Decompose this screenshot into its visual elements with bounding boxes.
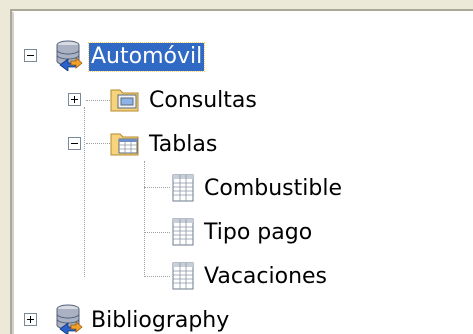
queries-folder-icon: [110, 89, 139, 112]
tree-node-label[interactable]: Consultas: [147, 87, 259, 115]
database-icon: [56, 40, 83, 71]
table-icon: [172, 262, 194, 290]
tree-node-label[interactable]: Vacaciones: [202, 263, 329, 291]
tree-node-tipo-pago[interactable]: Tipo pago: [14, 215, 374, 249]
tree-node-label[interactable]: Bibliography: [89, 307, 231, 334]
collapse-toggle[interactable]: [68, 137, 81, 150]
data-source-tree[interactable]: Automóvil Consultas Tablas Combustible T…: [12, 11, 473, 334]
tree-node-vacaciones[interactable]: Vacaciones: [14, 259, 374, 293]
tables-folder-icon: [110, 133, 139, 156]
tree-node-automovil[interactable]: Automóvil: [14, 39, 274, 73]
tree-node-label[interactable]: Tipo pago: [202, 219, 314, 247]
database-icon: [56, 304, 83, 334]
tree-node-label[interactable]: Tablas: [147, 131, 219, 159]
tree-node-combustible[interactable]: Combustible: [14, 171, 374, 205]
table-icon: [172, 218, 194, 246]
tree-node-label[interactable]: Automóvil: [87, 42, 206, 72]
table-icon: [172, 174, 194, 202]
collapse-toggle[interactable]: [24, 49, 37, 62]
expand-toggle[interactable]: [68, 93, 81, 106]
tree-node-label[interactable]: Combustible: [202, 175, 344, 203]
tree-node-consultas[interactable]: Consultas: [14, 83, 314, 117]
tree-node-tablas[interactable]: Tablas: [14, 127, 314, 161]
expand-toggle[interactable]: [24, 313, 37, 326]
tree-node-bibliography[interactable]: Bibliography: [14, 303, 314, 334]
